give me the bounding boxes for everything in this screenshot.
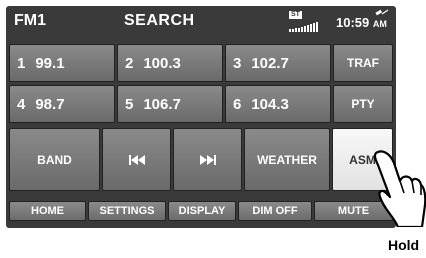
preset-number: 1 (17, 54, 26, 72)
display-button[interactable]: DISPLAY (168, 201, 236, 221)
band-label: BAND (37, 152, 72, 167)
mode-indicator: SEARCH (124, 12, 195, 29)
pty-button[interactable]: PTY (333, 85, 393, 123)
preset-frequency: 104.3 (251, 95, 289, 113)
satellite-icon (375, 9, 389, 16)
preset-number: 4 (17, 95, 26, 113)
hold-caption: Hold (388, 237, 420, 253)
preset-number: 6 (233, 95, 242, 113)
display-label: DISPLAY (178, 205, 226, 217)
stereo-indicator: ST (289, 11, 302, 19)
pty-label: PTY (351, 97, 375, 111)
preset-number: 2 (125, 54, 134, 72)
mute-label: MUTE (337, 205, 370, 217)
home-button[interactable]: HOME (9, 201, 86, 221)
traf-button[interactable]: TRAF (333, 44, 393, 82)
preset-3-button[interactable]: 3 102.7 (225, 44, 331, 82)
band-indicator: FM1 (14, 12, 46, 29)
preset-frequency: 106.7 (143, 95, 181, 113)
home-label: HOME (31, 205, 64, 217)
preset-number: 5 (125, 95, 134, 113)
preset-1-button[interactable]: 1 99.1 (9, 44, 115, 82)
preset-frequency: 102.7 (251, 54, 289, 72)
preset-5-button[interactable]: 5 106.7 (117, 85, 223, 123)
seek-forward-icon (199, 154, 216, 165)
preset-frequency: 98.7 (35, 95, 65, 113)
clock-time: 10:59 (336, 15, 370, 30)
radio-screen: FM1 SEARCH ST 10:59 AM 1 99.1 2 100.3 3 (6, 6, 396, 228)
dim-off-button[interactable]: DIM OFF (238, 201, 312, 221)
preset-2-button[interactable]: 2 100.3 (117, 44, 223, 82)
settings-button[interactable]: SETTINGS (88, 201, 166, 221)
dim-off-label: DIM OFF (252, 205, 298, 217)
preset-6-button[interactable]: 6 104.3 (225, 85, 331, 123)
seek-back-button[interactable] (102, 128, 171, 191)
preset-frequency: 100.3 (143, 54, 181, 72)
weather-button[interactable]: WEATHER (244, 128, 330, 191)
settings-label: SETTINGS (99, 205, 155, 217)
preset-frequency: 99.1 (35, 54, 65, 72)
pointing-hand-icon (373, 150, 426, 227)
preset-number: 3 (233, 54, 242, 72)
seek-forward-button[interactable] (173, 128, 242, 191)
preset-4-button[interactable]: 4 98.7 (9, 85, 115, 123)
signal-strength-icon: ST (289, 11, 329, 35)
seek-back-icon (128, 154, 145, 165)
traf-label: TRAF (347, 56, 379, 70)
status-bar: FM1 SEARCH ST 10:59 AM (6, 6, 396, 38)
clock-ampm: AM (372, 19, 387, 29)
weather-label: WEATHER (257, 152, 317, 167)
band-button[interactable]: BAND (9, 128, 100, 191)
